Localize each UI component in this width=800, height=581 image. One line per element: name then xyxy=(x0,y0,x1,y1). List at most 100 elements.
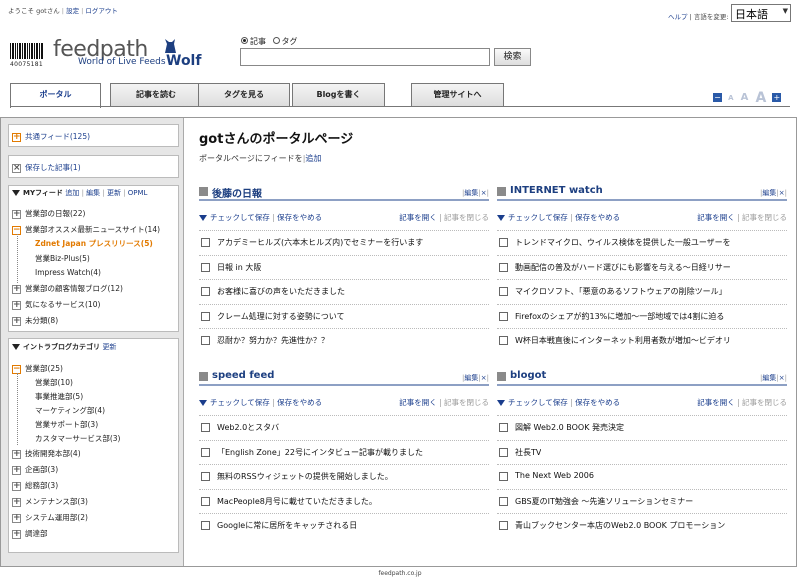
article-title[interactable]: お客様に喜びの声をいただきました xyxy=(217,286,345,297)
article-title[interactable]: 無料のRSSウィジェットの提供を開始しました。 xyxy=(217,471,393,482)
list-item[interactable]: MacPeople8月号に載せていただきました。 xyxy=(199,488,489,514)
article-checkbox[interactable] xyxy=(499,311,508,321)
stop-save-link[interactable]: 保存をやめる xyxy=(277,213,322,222)
sidebar-item-planning[interactable]: + 企画部(3) xyxy=(12,464,58,475)
font-small-icon[interactable]: A xyxy=(728,94,733,102)
list-item[interactable]: Googleに常に居所をキャッチされる日 xyxy=(199,513,489,538)
article-title[interactable]: 動画配信の普及がハード選びにも影響を与える〜日経リサー xyxy=(515,262,731,273)
list-item[interactable]: トレンドマイクロ、ウイルス検体を提供した一般ユーザーを xyxy=(497,230,787,255)
list-item[interactable]: 「English Zone」22号にインタビュー記事が載りました xyxy=(199,439,489,465)
article-checkbox[interactable] xyxy=(201,238,210,247)
check-save-link[interactable]: チェックして保存 xyxy=(508,398,568,407)
close-articles-link[interactable]: 記事を閉じる xyxy=(742,213,787,222)
list-item[interactable]: クレーム処理に対する姿勢について xyxy=(199,303,489,329)
sidebar-item-bizdev[interactable]: 事業推進部(5) xyxy=(35,391,83,402)
list-item[interactable]: 図解 Web2.0 BOOK 発売決定 xyxy=(497,415,787,440)
article-title[interactable]: The Next Web 2006 xyxy=(515,471,594,480)
shared-feed-link[interactable]: 共通フィード(125) xyxy=(25,132,90,141)
settings-link[interactable]: 設定 xyxy=(66,7,79,15)
article-title[interactable]: Firefoxのシェアが約13%に増加〜一部地域では4割に迫る xyxy=(515,311,724,322)
box-title[interactable]: blogot xyxy=(510,370,546,381)
check-save-link[interactable]: チェックして保存 xyxy=(210,213,270,222)
article-title[interactable]: Web2.0とスタバ xyxy=(217,422,279,433)
box-edit-link[interactable]: 編集 xyxy=(464,189,478,197)
sidebar-item-sales-sub[interactable]: 営業部(10) xyxy=(35,377,73,388)
article-title[interactable]: 日報 in 大阪 xyxy=(217,262,261,273)
box-edit-link[interactable]: 編集 xyxy=(762,189,776,197)
article-checkbox[interactable] xyxy=(201,447,210,457)
list-item[interactable]: The Next Web 2006 xyxy=(497,464,787,489)
sidebar-item-bizplus[interactable]: 営業Biz-Plus(5) xyxy=(35,253,90,264)
article-title[interactable]: 青山ブックセンター本店のWeb2.0 BOOK プロモーション xyxy=(515,520,725,531)
sidebar-item-tech[interactable]: + 技術開発本部(4) xyxy=(12,448,81,459)
article-checkbox[interactable] xyxy=(499,336,508,345)
search-button[interactable]: 検索 xyxy=(494,48,531,66)
article-checkbox[interactable] xyxy=(499,287,508,296)
article-title[interactable]: 社長TV xyxy=(515,447,541,458)
list-item[interactable]: マイクロソフト、「悪意のあるソフトウェアの削除ツール」 xyxy=(497,279,787,304)
open-articles-link[interactable]: 記事を開く xyxy=(697,398,735,407)
font-decrease-icon[interactable]: − xyxy=(713,93,722,102)
article-checkbox[interactable] xyxy=(499,423,508,432)
collapse-icon[interactable] xyxy=(12,190,20,196)
radio-tag[interactable] xyxy=(272,37,280,44)
article-checkbox[interactable] xyxy=(499,262,508,272)
saved-item[interactable]: × 保存した記事(1) xyxy=(12,162,81,173)
stop-save-link[interactable]: 保存をやめる xyxy=(277,398,322,407)
box-title[interactable]: 後藤の日報 xyxy=(212,185,262,200)
intra-update[interactable]: 更新 xyxy=(102,343,116,351)
box-edit-link[interactable]: 編集 xyxy=(464,374,478,382)
article-checkbox[interactable] xyxy=(201,521,210,530)
font-large-icon[interactable]: A xyxy=(755,90,766,106)
article-checkbox[interactable] xyxy=(499,521,508,530)
search-input[interactable] xyxy=(240,48,490,66)
article-title[interactable]: 忍耐か？努力か？先進性か？？ xyxy=(217,335,329,346)
my-feed-add[interactable]: 追加 xyxy=(65,189,79,197)
sidebar-item-sysops[interactable]: + システム運用部(2) xyxy=(12,512,88,523)
sidebar-item-zdnet[interactable]: Zdnet Japan プレスリリース(5) xyxy=(35,238,153,249)
my-feed-update[interactable]: 更新 xyxy=(107,189,121,197)
article-title[interactable]: MacPeople8月号に載せていただきました。 xyxy=(217,496,377,507)
article-checkbox[interactable] xyxy=(499,496,508,506)
stop-save-link[interactable]: 保存をやめる xyxy=(575,398,620,407)
sidebar-item-sales[interactable]: − 営業部(25) xyxy=(12,363,63,374)
radio-article[interactable] xyxy=(241,37,248,44)
sidebar-item-impress[interactable]: Impress Watch(4) xyxy=(35,268,101,277)
list-item[interactable]: 無料のRSSウィジェットの提供を開始しました。 xyxy=(199,464,489,489)
article-title[interactable]: 図解 Web2.0 BOOK 発売決定 xyxy=(515,422,624,433)
sidebar-item-marketing[interactable]: マーケティング部(4) xyxy=(35,405,105,416)
add-feed-link[interactable]: 追加 xyxy=(305,154,321,163)
help-link[interactable]: ヘルプ xyxy=(668,13,688,21)
collapse-icon[interactable] xyxy=(12,344,20,350)
tab-blog[interactable]: Blogを書く xyxy=(292,83,385,107)
check-save-link[interactable]: チェックして保存 xyxy=(210,398,270,407)
box-edit-link[interactable]: 編集 xyxy=(762,374,776,382)
sidebar-item-customer[interactable]: + 営業部の顧客情報ブログ(12) xyxy=(12,283,123,294)
logout-link[interactable]: ログアウト xyxy=(85,7,118,15)
my-feed-edit[interactable]: 編集 xyxy=(86,189,100,197)
sidebar-item-uncategorized[interactable]: + 未分類(8) xyxy=(12,315,58,326)
list-item[interactable]: 青山ブックセンター本店のWeb2.0 BOOK プロモーション xyxy=(497,513,787,538)
box-title[interactable]: INTERNET watch xyxy=(510,185,603,196)
article-checkbox[interactable] xyxy=(499,238,508,247)
sidebar-item-daily[interactable]: + 営業部の日報(22) xyxy=(12,208,85,219)
list-item[interactable]: 日報 in 大阪 xyxy=(199,254,489,280)
article-title[interactable]: GBS夏のIT勉強会 〜先進ソリューションセミナー xyxy=(515,496,693,507)
article-title[interactable]: クレーム処理に対する姿勢について xyxy=(217,311,345,322)
article-checkbox[interactable] xyxy=(201,496,210,506)
article-title[interactable]: Googleに常に居所をキャッチされる日 xyxy=(217,520,357,531)
article-title[interactable]: W杯日本戦直後にインターネット利用者数が増加〜ビデオリ xyxy=(515,335,731,346)
list-item[interactable]: 動画配信の普及がハード選びにも影響を与える〜日経リサー xyxy=(497,254,787,280)
font-increase-icon[interactable]: + xyxy=(772,93,782,102)
list-item[interactable]: W杯日本戦直後にインターネット利用者数が増加〜ビデオリ xyxy=(497,328,787,353)
tab-admin[interactable]: 管理サイトへ xyxy=(411,83,504,107)
my-feed-opml[interactable]: OPML xyxy=(128,189,148,197)
article-title[interactable]: アカデミーヒルズ(六本木ヒルズ内)でセミナーを行います xyxy=(217,237,423,248)
article-title[interactable]: 「English Zone」22号にインタビュー記事が載りました xyxy=(217,447,423,458)
article-checkbox[interactable] xyxy=(201,262,210,272)
article-checkbox[interactable] xyxy=(201,287,210,296)
list-item[interactable]: お客様に喜びの声をいただきました xyxy=(199,279,489,304)
list-item[interactable]: 社長TV xyxy=(497,439,787,465)
sidebar-item-cs[interactable]: カスタマーサービス部(3) xyxy=(35,433,120,444)
close-articles-link[interactable]: 記事を閉じる xyxy=(444,213,489,222)
